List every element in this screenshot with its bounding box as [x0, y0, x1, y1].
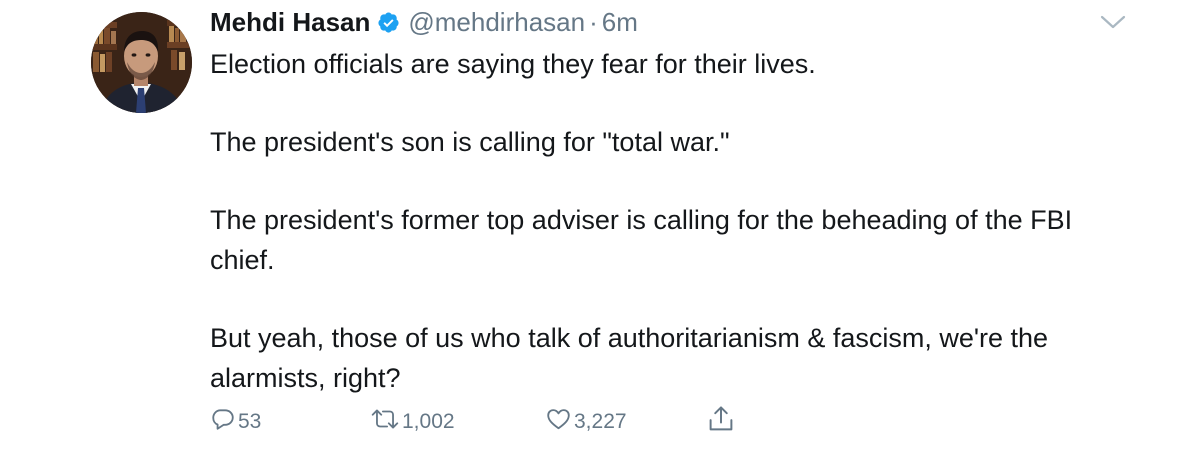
like-count: 3,227 — [574, 410, 627, 433]
tweet-paragraph: The president's former top adviser is ca… — [210, 205, 1073, 275]
tweet-paragraph: But yeah, those of us who talk of author… — [210, 323, 1049, 393]
tweet-paragraph: Election officials are saying they fear … — [210, 49, 816, 79]
heart-icon — [545, 406, 572, 438]
tweet[interactable]: Mehdi Hasan @mehdirhasan · 6m Election o… — [0, 0, 1200, 449]
retweet-count: 1,002 — [402, 410, 455, 433]
retweet-icon — [370, 406, 400, 438]
tweet-timestamp[interactable]: 6m — [602, 7, 638, 38]
share-button[interactable] — [707, 405, 735, 439]
reply-icon — [210, 406, 236, 438]
share-icon — [707, 404, 735, 440]
reply-button[interactable]: 53 — [210, 405, 261, 439]
tweet-paragraph: The president's son is calling for "tota… — [210, 127, 730, 157]
tweet-header: Mehdi Hasan @mehdirhasan · 6m — [210, 4, 638, 40]
chevron-down-icon[interactable] — [1100, 14, 1126, 30]
author-name[interactable]: Mehdi Hasan — [210, 7, 370, 38]
avatar[interactable] — [91, 12, 192, 113]
retweet-button[interactable]: 1,002 — [370, 405, 455, 439]
author-handle[interactable]: @mehdirhasan — [408, 7, 585, 38]
tweet-text: Election officials are saying they fear … — [210, 44, 1140, 398]
verified-badge-icon — [377, 11, 400, 34]
avatar-image — [91, 12, 192, 113]
tweet-actions: 53 1,002 3,227 — [210, 405, 810, 439]
separator-dot: · — [589, 6, 598, 37]
reply-count: 53 — [238, 410, 262, 433]
like-button[interactable]: 3,227 — [545, 405, 627, 439]
